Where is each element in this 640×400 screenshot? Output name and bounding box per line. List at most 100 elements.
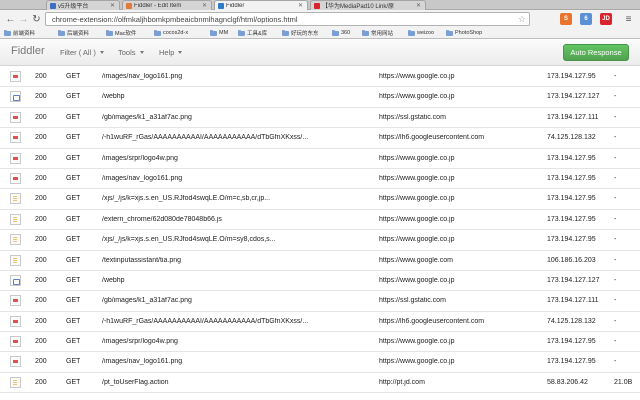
- chevron-down-icon: [139, 51, 144, 54]
- image-file-icon: [10, 172, 21, 184]
- request-path: /images/nav_logo161.png: [102, 174, 183, 182]
- request-host: https://www.google.co.jp: [379, 93, 455, 101]
- response-size: -: [614, 256, 617, 264]
- extension-s-icon[interactable]: S: [560, 13, 572, 25]
- table-row[interactable]: 200 GET/pt_toUserFlag.action http://pt.jd.…: [0, 373, 640, 394]
- table-row[interactable]: 200 GET /-h1wuRF_rGas/AAAAAAAAAAI/AAAAAAAA…: [0, 312, 640, 333]
- request-host: http://pt.jd.com: [379, 378, 425, 386]
- bookmark-folder[interactable]: 360: [332, 29, 362, 36]
- filter-menu[interactable]: Filter ( All ): [60, 48, 104, 57]
- tab-favicon-icon: [126, 2, 132, 9]
- server-ip: 173.194.127.95: [547, 236, 596, 244]
- tab-label: Fiddler: [226, 2, 245, 9]
- tab-label: Fiddler - Edit Item: [134, 2, 182, 9]
- app-brand[interactable]: Fiddler: [11, 45, 45, 57]
- response-size: -: [614, 276, 617, 284]
- response-size: -: [614, 195, 617, 203]
- request-host: https://www.google.co.jp: [379, 276, 455, 284]
- table-row[interactable]: 200 GET/images/srpr/logo4w.png https://www…: [0, 149, 640, 169]
- reload-icon[interactable]: ↻: [30, 12, 43, 26]
- request-path: /images/srpr/logo4w.png: [102, 338, 178, 346]
- bookmark-star-icon[interactable]: ☆: [518, 14, 526, 25]
- status-code: 200: [35, 297, 47, 305]
- response-size: -: [614, 73, 617, 80]
- table-row[interactable]: 200 GET/images/srpr/logo4w.png https://www…: [0, 332, 640, 353]
- table-row[interactable]: 200 GET/images/nav_logo161.png https://www…: [0, 67, 640, 88]
- extension-6-icon[interactable]: 6: [580, 13, 592, 25]
- bookmark-folder[interactable]: cocos2d-x: [154, 29, 210, 36]
- table-row[interactable]: 200 GET/images/nav_logo161.png https://www…: [0, 352, 640, 373]
- menu-icon[interactable]: ≡: [622, 12, 635, 26]
- forward-arrow-icon[interactable]: →: [17, 12, 30, 26]
- server-ip: 173.194.127.95: [547, 73, 596, 80]
- tab-close-icon[interactable]: ✕: [298, 2, 303, 9]
- table-row[interactable]: 200 GET/webhp https://www.google.co.jp 173.…: [0, 271, 640, 292]
- request-host: https://www.google.co.jp: [379, 215, 455, 223]
- help-menu[interactable]: Help: [159, 48, 183, 57]
- table-row[interactable]: 200 GET/images/nav_logo161.png https://www…: [0, 169, 640, 190]
- folder-icon: [154, 29, 161, 36]
- tab-close-icon[interactable]: ✕: [416, 2, 421, 9]
- status-code: 200: [35, 256, 47, 264]
- tab-close-icon[interactable]: ✕: [202, 2, 207, 9]
- bookmark-folder[interactable]: 前端资料: [4, 29, 58, 37]
- tab-strip: v5升级平台 ✕ Fiddler - Edit Item ✕ Fiddler ✕…: [0, 0, 640, 10]
- table-row[interactable]: 200 GET/textinputassistant/tia.png https:/…: [0, 251, 640, 271]
- request-path: /gb/images/k1_a31af7ac.png: [102, 113, 192, 121]
- extension-jd-icon[interactable]: JD: [600, 13, 612, 25]
- response-size: -: [614, 113, 617, 121]
- tab-huawei-mediapad[interactable]: 【华为MediaPad10 Link/原 ✕: [310, 0, 426, 10]
- bookmark-folder[interactable]: PhotoShop: [446, 29, 496, 36]
- request-method: GET: [66, 236, 81, 244]
- request-host: https://ssl.gstatic.com: [379, 297, 446, 305]
- chevron-down-icon: [178, 51, 183, 54]
- request-path: /images/nav_logo161.png: [102, 358, 183, 366]
- request-host: https://www.google.co.jp: [379, 73, 455, 80]
- address-bar[interactable]: chrome-extension://olfmkaljhbomkpmbeaicb…: [45, 12, 530, 26]
- bookmark-folder[interactable]: 常用网站: [362, 29, 408, 37]
- status-code: 200: [35, 93, 47, 101]
- table-row[interactable]: 200 GET /-h1wuRF_rGas/AAAAAAAAAAI/AAAAAAAA…: [0, 128, 640, 149]
- table-row[interactable]: 200 GET/xjs/_/js/k=xjs.s.en_US.RJfod4swqL…: [0, 230, 640, 251]
- tab-label: v5升级平台: [58, 4, 89, 10]
- request-path: /webhp: [102, 93, 125, 101]
- request-method: GET: [66, 73, 81, 80]
- request-host: https://ssl.gstatic.com: [379, 113, 446, 121]
- request-method: GET: [66, 358, 81, 366]
- request-method: GET: [66, 195, 81, 203]
- bookmark-folder[interactable]: 好玩的东东: [282, 29, 332, 37]
- bookmark-folder[interactable]: Mac软件: [106, 29, 154, 37]
- server-ip: 173.194.127.95: [547, 338, 596, 346]
- request-table: 200 GET/images/nav_logo161.png https://www…: [0, 67, 640, 394]
- bookmark-folder[interactable]: 后端资料: [58, 29, 106, 37]
- folder-icon: [362, 29, 369, 36]
- table-row[interactable]: 200 GET/extern_chrome/62d080de78048b66.js…: [0, 210, 640, 231]
- server-ip: 173.194.127.95: [547, 358, 596, 366]
- tab-fiddler-edit-item[interactable]: Fiddler - Edit Item ✕: [122, 0, 212, 10]
- tab-favicon-icon: [314, 2, 320, 9]
- bookmark-folder[interactable]: 工具&库: [238, 29, 282, 37]
- browser-toolbar: ← → ↻ chrome-extension://olfmkaljhbomkpm…: [0, 10, 640, 28]
- image-file-icon: [10, 295, 21, 307]
- response-size: 21.0B: [614, 378, 633, 386]
- back-arrow-icon[interactable]: ←: [4, 12, 17, 26]
- response-size: -: [614, 317, 617, 325]
- table-row[interactable]: 200 GET/webhp https://www.google.co.jp 173.…: [0, 87, 640, 108]
- tab-fiddler[interactable]: Fiddler ✕: [214, 0, 308, 10]
- bookmark-folder[interactable]: weizoo: [408, 29, 446, 36]
- request-method: GET: [66, 338, 81, 346]
- table-row[interactable]: 200 GET/gb/images/k1_a31af7ac.png https://…: [0, 108, 640, 129]
- status-code: 200: [35, 174, 47, 182]
- tab-close-icon[interactable]: ✕: [110, 2, 115, 9]
- tab-v5-platform[interactable]: v5升级平台 ✕: [46, 0, 120, 10]
- server-ip: 106.186.16.203: [547, 256, 596, 264]
- tools-menu[interactable]: Tools: [118, 48, 144, 57]
- script-file-icon: [10, 254, 21, 266]
- response-size: -: [614, 358, 617, 366]
- address-bar-url[interactable]: chrome-extension://olfmkaljhbomkpmbeaicb…: [52, 15, 518, 24]
- request-host: https://www.google.co.jp: [379, 358, 455, 366]
- auto-response-button[interactable]: Auto Response: [563, 44, 629, 61]
- bookmark-folder[interactable]: MM: [210, 29, 238, 36]
- table-row[interactable]: 200 GET/xjs/_/js/k=xjs.s.en_US.RJfod4swqL…: [0, 189, 640, 210]
- table-row[interactable]: 200 GET/gb/images/k1_a31af7ac.png https://…: [0, 291, 640, 312]
